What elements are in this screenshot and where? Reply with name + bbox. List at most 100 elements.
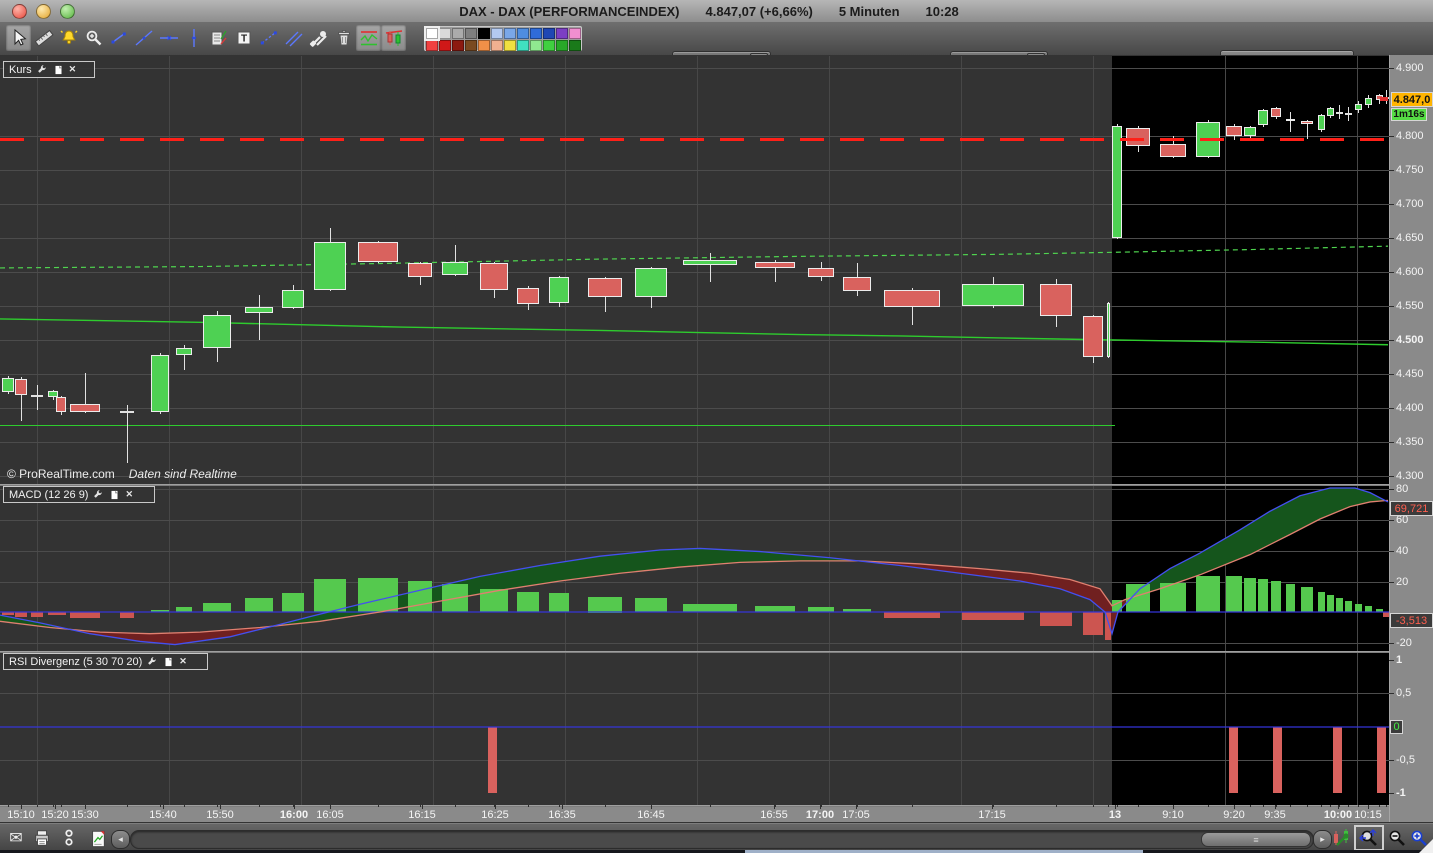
chart-settings-icon[interactable]	[1331, 827, 1353, 849]
color-swatch[interactable]	[426, 28, 438, 39]
color-swatch[interactable]	[556, 40, 568, 51]
panel-separator[interactable]	[0, 484, 1389, 486]
zoom-window-icon[interactable]	[1356, 827, 1382, 849]
axis-tick-label: 4.700	[1396, 198, 1424, 210]
wrench-icon[interactable]	[37, 64, 48, 75]
scroll-right-button[interactable]: ▸	[1313, 830, 1332, 849]
color-swatch[interactable]	[569, 40, 581, 51]
panel-separator[interactable]	[0, 805, 1389, 807]
fibonacci-tool[interactable]	[256, 25, 281, 51]
axis-tick	[1389, 170, 1394, 171]
close-panel-icon[interactable]: ✕	[179, 656, 187, 667]
rsi-divergence-bar	[488, 727, 497, 793]
line-tool[interactable]	[131, 25, 156, 51]
report-icon[interactable]	[87, 827, 109, 849]
line-chart-type[interactable]	[356, 25, 381, 51]
candle-body	[1126, 128, 1150, 146]
color-swatch[interactable]	[517, 28, 529, 39]
close-button[interactable]	[12, 4, 27, 19]
document-icon[interactable]	[163, 656, 174, 668]
axis-tick-label: 0,5	[1396, 687, 1411, 699]
horizontal-gridline	[0, 272, 1389, 273]
resize-grip[interactable]	[1419, 839, 1433, 853]
ruler-tool[interactable]	[31, 25, 56, 51]
candle-body	[480, 263, 508, 290]
color-swatch[interactable]	[465, 40, 477, 51]
macd-band-fill	[0, 615, 70, 629]
rsi-divergence-bar	[1229, 727, 1238, 793]
scrollbar-thumb[interactable]: ≡	[1201, 832, 1311, 847]
color-swatch[interactable]	[556, 28, 568, 39]
horizontal-line-tool[interactable]	[156, 25, 181, 51]
color-swatch[interactable]	[543, 40, 555, 51]
wrench-icon[interactable]	[93, 489, 104, 500]
axis-tick	[1389, 520, 1394, 521]
horizontal-gridline	[0, 136, 1389, 137]
chart-scrollbar[interactable]: ≡	[130, 830, 1314, 849]
axis-tick-label: -0,5	[1396, 754, 1415, 766]
document-icon[interactable]	[109, 489, 120, 501]
color-swatch[interactable]	[452, 28, 464, 39]
candle-body	[517, 288, 539, 304]
cursor-tool[interactable]	[6, 25, 31, 51]
color-swatch[interactable]	[439, 40, 451, 51]
settings-tool[interactable]	[306, 25, 331, 51]
close-panel-icon[interactable]: ✕	[69, 64, 77, 75]
macd-histogram-bar	[755, 606, 795, 612]
time-minor-tick	[1108, 805, 1109, 807]
panel-separator[interactable]	[0, 651, 1389, 653]
zoom-out-icon[interactable]	[1386, 827, 1408, 849]
color-swatch[interactable]	[517, 40, 529, 51]
color-swatch[interactable]	[504, 28, 516, 39]
countdown-box: 1m16s	[1391, 108, 1427, 121]
trash-tool[interactable]	[331, 25, 356, 51]
wrench-icon[interactable]	[147, 656, 158, 667]
mail-icon[interactable]: ✉	[5, 827, 27, 849]
analysis-tool[interactable]	[206, 25, 231, 51]
color-swatch[interactable]	[478, 40, 490, 51]
vertical-line-tool[interactable]	[181, 25, 206, 51]
parallel-lines-tool[interactable]	[281, 25, 306, 51]
color-swatch[interactable]	[426, 40, 438, 51]
printer-icon[interactable]	[31, 827, 53, 849]
macd-histogram-bar	[549, 593, 569, 612]
candle-body	[635, 268, 667, 297]
unlink-icon[interactable]	[58, 827, 80, 849]
axis-tick	[1389, 760, 1394, 761]
time-minor-tick	[857, 805, 858, 807]
color-swatch[interactable]	[530, 40, 542, 51]
zoom-area-tool[interactable]	[81, 25, 106, 51]
alarm-tool[interactable]	[56, 25, 81, 51]
close-panel-icon[interactable]: ✕	[125, 489, 133, 500]
candle-body	[15, 379, 27, 395]
macd-histogram-bar	[884, 612, 940, 618]
color-swatch[interactable]	[491, 28, 503, 39]
scroll-left-button[interactable]: ◂	[111, 830, 130, 849]
segment-tool[interactable]	[106, 25, 131, 51]
color-swatch[interactable]	[530, 28, 542, 39]
color-swatch[interactable]	[569, 28, 581, 39]
time-tick	[163, 805, 164, 809]
time-minor-tick	[455, 805, 456, 807]
document-icon[interactable]	[53, 64, 64, 76]
color-swatch[interactable]	[478, 28, 490, 39]
color-swatch[interactable]	[543, 28, 555, 39]
minimize-button[interactable]	[36, 4, 51, 19]
macd-histogram-bar	[1383, 612, 1389, 617]
color-swatch[interactable]	[504, 40, 516, 51]
zoom-button[interactable]	[60, 4, 75, 19]
macd-histogram-bar	[1318, 592, 1325, 612]
color-swatch[interactable]	[465, 28, 477, 39]
macd-histogram-bar	[1301, 587, 1313, 612]
time-tick-label: 16:45	[637, 809, 665, 821]
candlestick-chart-type[interactable]	[381, 25, 406, 51]
color-swatch[interactable]	[439, 28, 451, 39]
alert-dashed-line[interactable]	[0, 138, 1389, 141]
candle-body	[1112, 126, 1122, 238]
candle-body	[1286, 119, 1295, 121]
horizontal-gridline	[0, 306, 1389, 307]
text-tool[interactable]: T	[231, 25, 256, 51]
color-swatch[interactable]	[452, 40, 464, 51]
color-swatch[interactable]	[491, 40, 503, 51]
time-minor-tick	[1234, 805, 1235, 807]
